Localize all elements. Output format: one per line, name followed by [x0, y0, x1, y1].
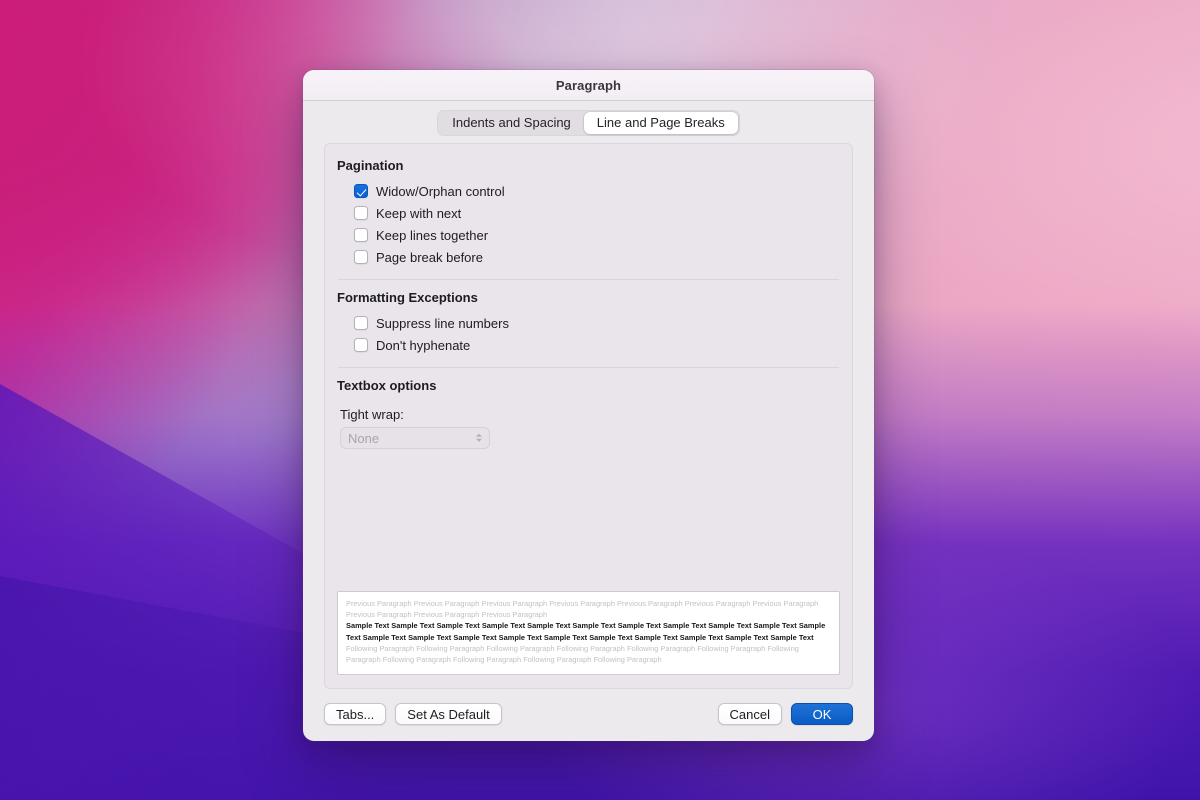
panel-spacer	[337, 449, 840, 591]
formatting-exceptions-section-title: Formatting Exceptions	[337, 290, 478, 305]
checkbox-label-keep-lines-together: Keep lines together	[376, 227, 489, 243]
paragraph-preview: Previous Paragraph Previous Paragraph Pr…	[337, 591, 840, 675]
tight-wrap-value: None	[348, 430, 380, 446]
checkbox-suppress-line-numbers[interactable]	[354, 316, 368, 330]
checkbox-label-keep-with-next: Keep with next	[376, 205, 462, 221]
tab-group: Indents and Spacing Line and Page Breaks	[437, 110, 740, 136]
tight-wrap-label: Tight wrap:	[340, 407, 404, 422]
cancel-button[interactable]: Cancel	[717, 703, 782, 725]
tight-wrap-select[interactable]: None	[340, 427, 490, 449]
tab-indents-and-spacing[interactable]: Indents and Spacing	[439, 112, 584, 134]
preview-sample-text: Sample Text Sample Text Sample Text Samp…	[346, 621, 826, 642]
tabs-button[interactable]: Tabs...	[324, 703, 387, 725]
pagination-section-title: Pagination	[337, 158, 404, 173]
dialog-body: Indents and Spacing Line and Page Breaks…	[303, 101, 874, 689]
checkbox-label-widow-orphan-control: Widow/Orphan control	[376, 183, 505, 199]
checkbox-keep-with-next[interactable]	[354, 206, 368, 220]
dialog-titlebar: Paragraph	[303, 70, 874, 101]
chevron-up-down-icon	[476, 433, 482, 443]
checkbox-row-page-break-before[interactable]: Page break before	[337, 246, 840, 268]
checkbox-row-widow-orphan-control[interactable]: Widow/Orphan control	[337, 180, 840, 202]
section-divider-1	[338, 279, 839, 280]
checkbox-row-dont-hyphenate[interactable]: Don't hyphenate	[337, 334, 840, 356]
checkbox-label-dont-hyphenate: Don't hyphenate	[376, 337, 471, 353]
set-as-default-button[interactable]: Set As Default	[395, 703, 502, 725]
settings-panel: Pagination Widow/Orphan control Keep wit…	[324, 143, 853, 689]
textbox-options-section-title: Textbox options	[337, 378, 437, 393]
checkbox-row-keep-with-next[interactable]: Keep with next	[337, 202, 840, 224]
checkbox-row-suppress-line-numbers[interactable]: Suppress line numbers	[337, 312, 840, 334]
checkbox-widow-orphan-control[interactable]	[354, 184, 368, 198]
preview-previous-paragraph: Previous Paragraph Previous Paragraph Pr…	[346, 599, 819, 620]
desktop-background: Paragraph Indents and Spacing Line and P…	[0, 0, 1200, 800]
tab-bar: Indents and Spacing Line and Page Breaks	[324, 110, 853, 136]
dialog-title: Paragraph	[555, 77, 622, 93]
section-divider-2	[338, 367, 839, 368]
dialog-footer: Tabs... Set As Default Cancel OK	[303, 689, 874, 741]
checkbox-row-keep-lines-together[interactable]: Keep lines together	[337, 224, 840, 246]
ok-button[interactable]: OK	[791, 703, 853, 725]
checkbox-page-break-before[interactable]	[354, 250, 368, 264]
checkbox-label-suppress-line-numbers: Suppress line numbers	[376, 315, 509, 331]
checkbox-keep-lines-together[interactable]	[354, 228, 368, 242]
preview-following-paragraph: Following Paragraph Following Paragraph …	[346, 643, 799, 665]
tab-line-and-page-breaks[interactable]: Line and Page Breaks	[583, 112, 738, 134]
checkbox-label-page-break-before: Page break before	[376, 249, 483, 265]
checkbox-dont-hyphenate[interactable]	[354, 338, 368, 352]
paragraph-dialog: Paragraph Indents and Spacing Line and P…	[303, 70, 874, 741]
